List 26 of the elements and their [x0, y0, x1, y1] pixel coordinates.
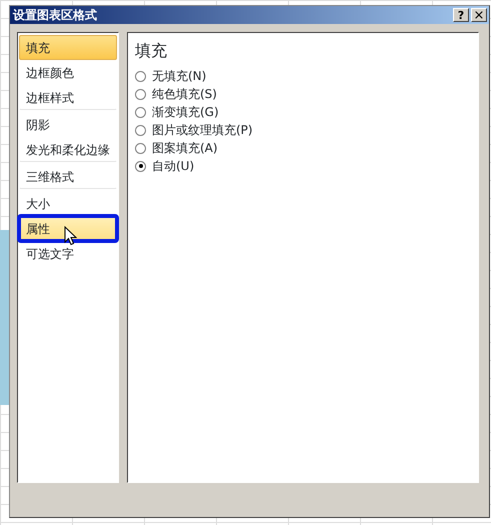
- category-item[interactable]: 边框颜色: [19, 60, 117, 85]
- category-item[interactable]: 属性: [19, 216, 117, 241]
- help-button[interactable]: ?: [453, 8, 469, 22]
- category-item[interactable]: 可选文字: [19, 241, 117, 266]
- option-label: 纯色填充(S): [152, 86, 217, 103]
- mouse-pointer-icon: [64, 226, 77, 246]
- radio-button[interactable]: [135, 70, 146, 82]
- category-item[interactable]: 边框样式: [19, 85, 117, 110]
- radio-button[interactable]: [135, 106, 146, 118]
- radio-button[interactable]: [135, 88, 146, 100]
- radio-button[interactable]: [135, 160, 146, 172]
- category-item[interactable]: 大小: [19, 191, 117, 216]
- option-label: 渐变填充(G): [152, 104, 219, 121]
- option-label: 无填充(N): [152, 68, 206, 85]
- category-item[interactable]: 阴影: [19, 112, 117, 137]
- category-item[interactable]: 填充: [19, 35, 117, 60]
- option-label: 图案填充(A): [152, 140, 218, 157]
- category-item[interactable]: 三维格式: [19, 164, 117, 189]
- close-button[interactable]: ×: [471, 8, 487, 22]
- option-label: 图片或纹理填充(P): [152, 122, 253, 139]
- radio-button[interactable]: [135, 124, 146, 136]
- category-item[interactable]: 发光和柔化边缘: [19, 137, 117, 162]
- radio-button[interactable]: [135, 142, 146, 154]
- option-label: 自动(U): [152, 158, 194, 175]
- panel-heading: 填充: [135, 40, 168, 62]
- window-title: 设置图表区格式: [13, 9, 98, 21]
